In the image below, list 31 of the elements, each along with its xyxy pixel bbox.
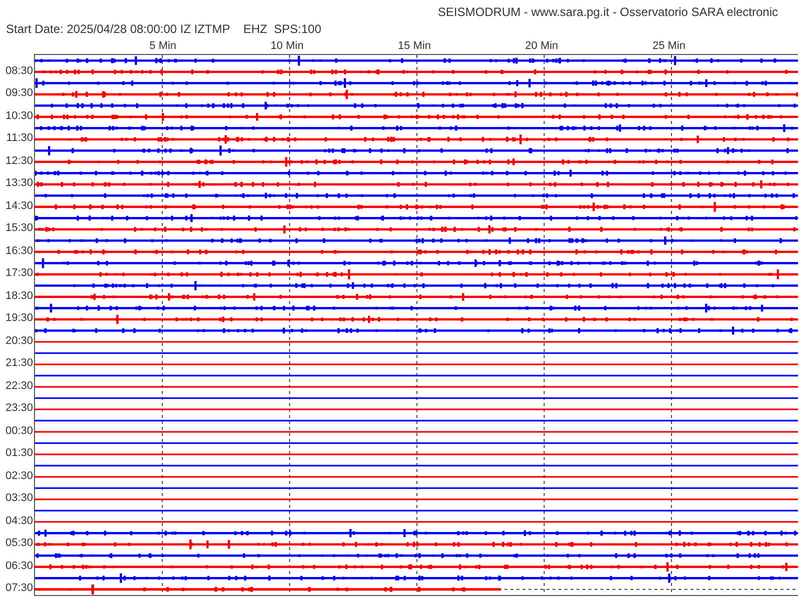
time-label: 02:30 [5,470,33,482]
time-label: 15:30 [5,223,33,234]
time-label: 04:30 [5,516,33,527]
minute-label: 25 Min [652,40,686,52]
time-label: 17:30 [5,268,33,280]
time-label: 11:30 [6,133,33,144]
time-label: 10:30 [5,110,33,122]
time-label: 14:30 [5,200,33,212]
minute-label: 20 Min [525,40,558,52]
time-label: 19:30 [5,313,33,324]
time-label: 18:30 [5,290,33,302]
time-label: 22:30 [5,380,33,392]
station-title: SEISMODRUM - www.sara.pg.it - Osservatorio SARA electronic [438,4,778,20]
time-label: 06:30 [5,560,33,572]
time-label: 13:30 [5,178,33,190]
time-label: 21:30 [5,358,33,370]
time-label: 07:30 [5,583,33,594]
time-label: 09:30 [5,88,33,100]
time-label: 16:30 [5,246,33,257]
time-label: 20:30 [5,336,33,347]
time-label: 03:30 [5,493,33,504]
time-label: 01:30 [5,448,33,460]
time-label: 12:30 [5,156,33,167]
minute-label: 15 Min [398,40,431,52]
minute-label: 5 Min [149,40,176,52]
time-label: 08:30 [5,66,33,77]
time-label: 00:30 [5,426,33,437]
time-label: 05:30 [5,538,33,550]
minute-label: 10 Min [270,40,304,52]
start-date-text: Start Date: 2025/04/28 08:00:00 IZ IZTMP EHZ SPS:100 [6,21,322,38]
time-label: 23:30 [5,403,33,414]
